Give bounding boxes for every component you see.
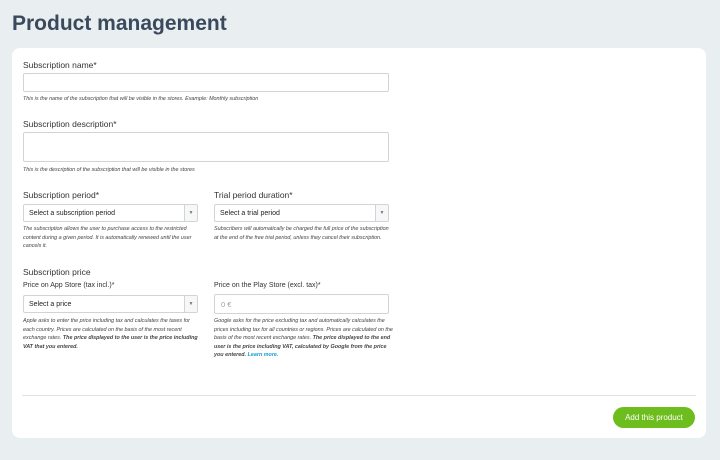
- trial-period-value: Select a trial period: [220, 209, 280, 217]
- subscription-period-select[interactable]: Select a subscription period ▼: [23, 204, 198, 222]
- subscription-name-help: This is the name of the subscription tha…: [23, 96, 259, 102]
- caret-down-icon: ▼: [375, 205, 388, 221]
- appstore-price-help: Apple asks to enter the price including …: [23, 317, 203, 351]
- subscription-description-input[interactable]: [23, 132, 389, 162]
- appstore-price-label: Price on App Store (tax incl.)*: [23, 282, 115, 289]
- learn-more-link[interactable]: Learn more.: [248, 352, 279, 358]
- appstore-price-select[interactable]: Select a price ▼: [23, 295, 198, 313]
- trial-period-label: Trial period duration*: [214, 190, 293, 200]
- playstore-price-label: Price on the Play Store (excl. tax)*: [214, 282, 321, 289]
- product-form-card: Subscription name* This is the name of t…: [12, 48, 706, 438]
- caret-down-icon: ▼: [184, 296, 197, 312]
- subscription-description-label: Subscription description*: [23, 119, 117, 129]
- subscription-period-label: Subscription period*: [23, 190, 100, 200]
- caret-down-icon: ▼: [184, 205, 197, 221]
- subscription-period-help: The subscription allows the user to purc…: [23, 226, 192, 250]
- appstore-price-value: Select a price: [29, 300, 72, 308]
- subscription-price-heading: Subscription price: [23, 267, 91, 277]
- form-divider: [22, 395, 696, 396]
- subscription-name-input[interactable]: [23, 73, 389, 92]
- subscription-period-value: Select a subscription period: [29, 209, 115, 217]
- trial-period-select[interactable]: Select a trial period ▼: [214, 204, 389, 222]
- subscription-description-help: This is the description of the subscript…: [23, 167, 195, 173]
- page-title: Product management: [12, 12, 227, 35]
- subscription-name-label: Subscription name*: [23, 60, 97, 70]
- playstore-price-input[interactable]: 0 €: [214, 294, 389, 314]
- trial-period-help: Subscribers will automatically be charge…: [214, 226, 389, 241]
- add-product-button[interactable]: Add this product: [613, 407, 695, 428]
- playstore-price-help: Google asks for the price excluding tax …: [214, 317, 394, 360]
